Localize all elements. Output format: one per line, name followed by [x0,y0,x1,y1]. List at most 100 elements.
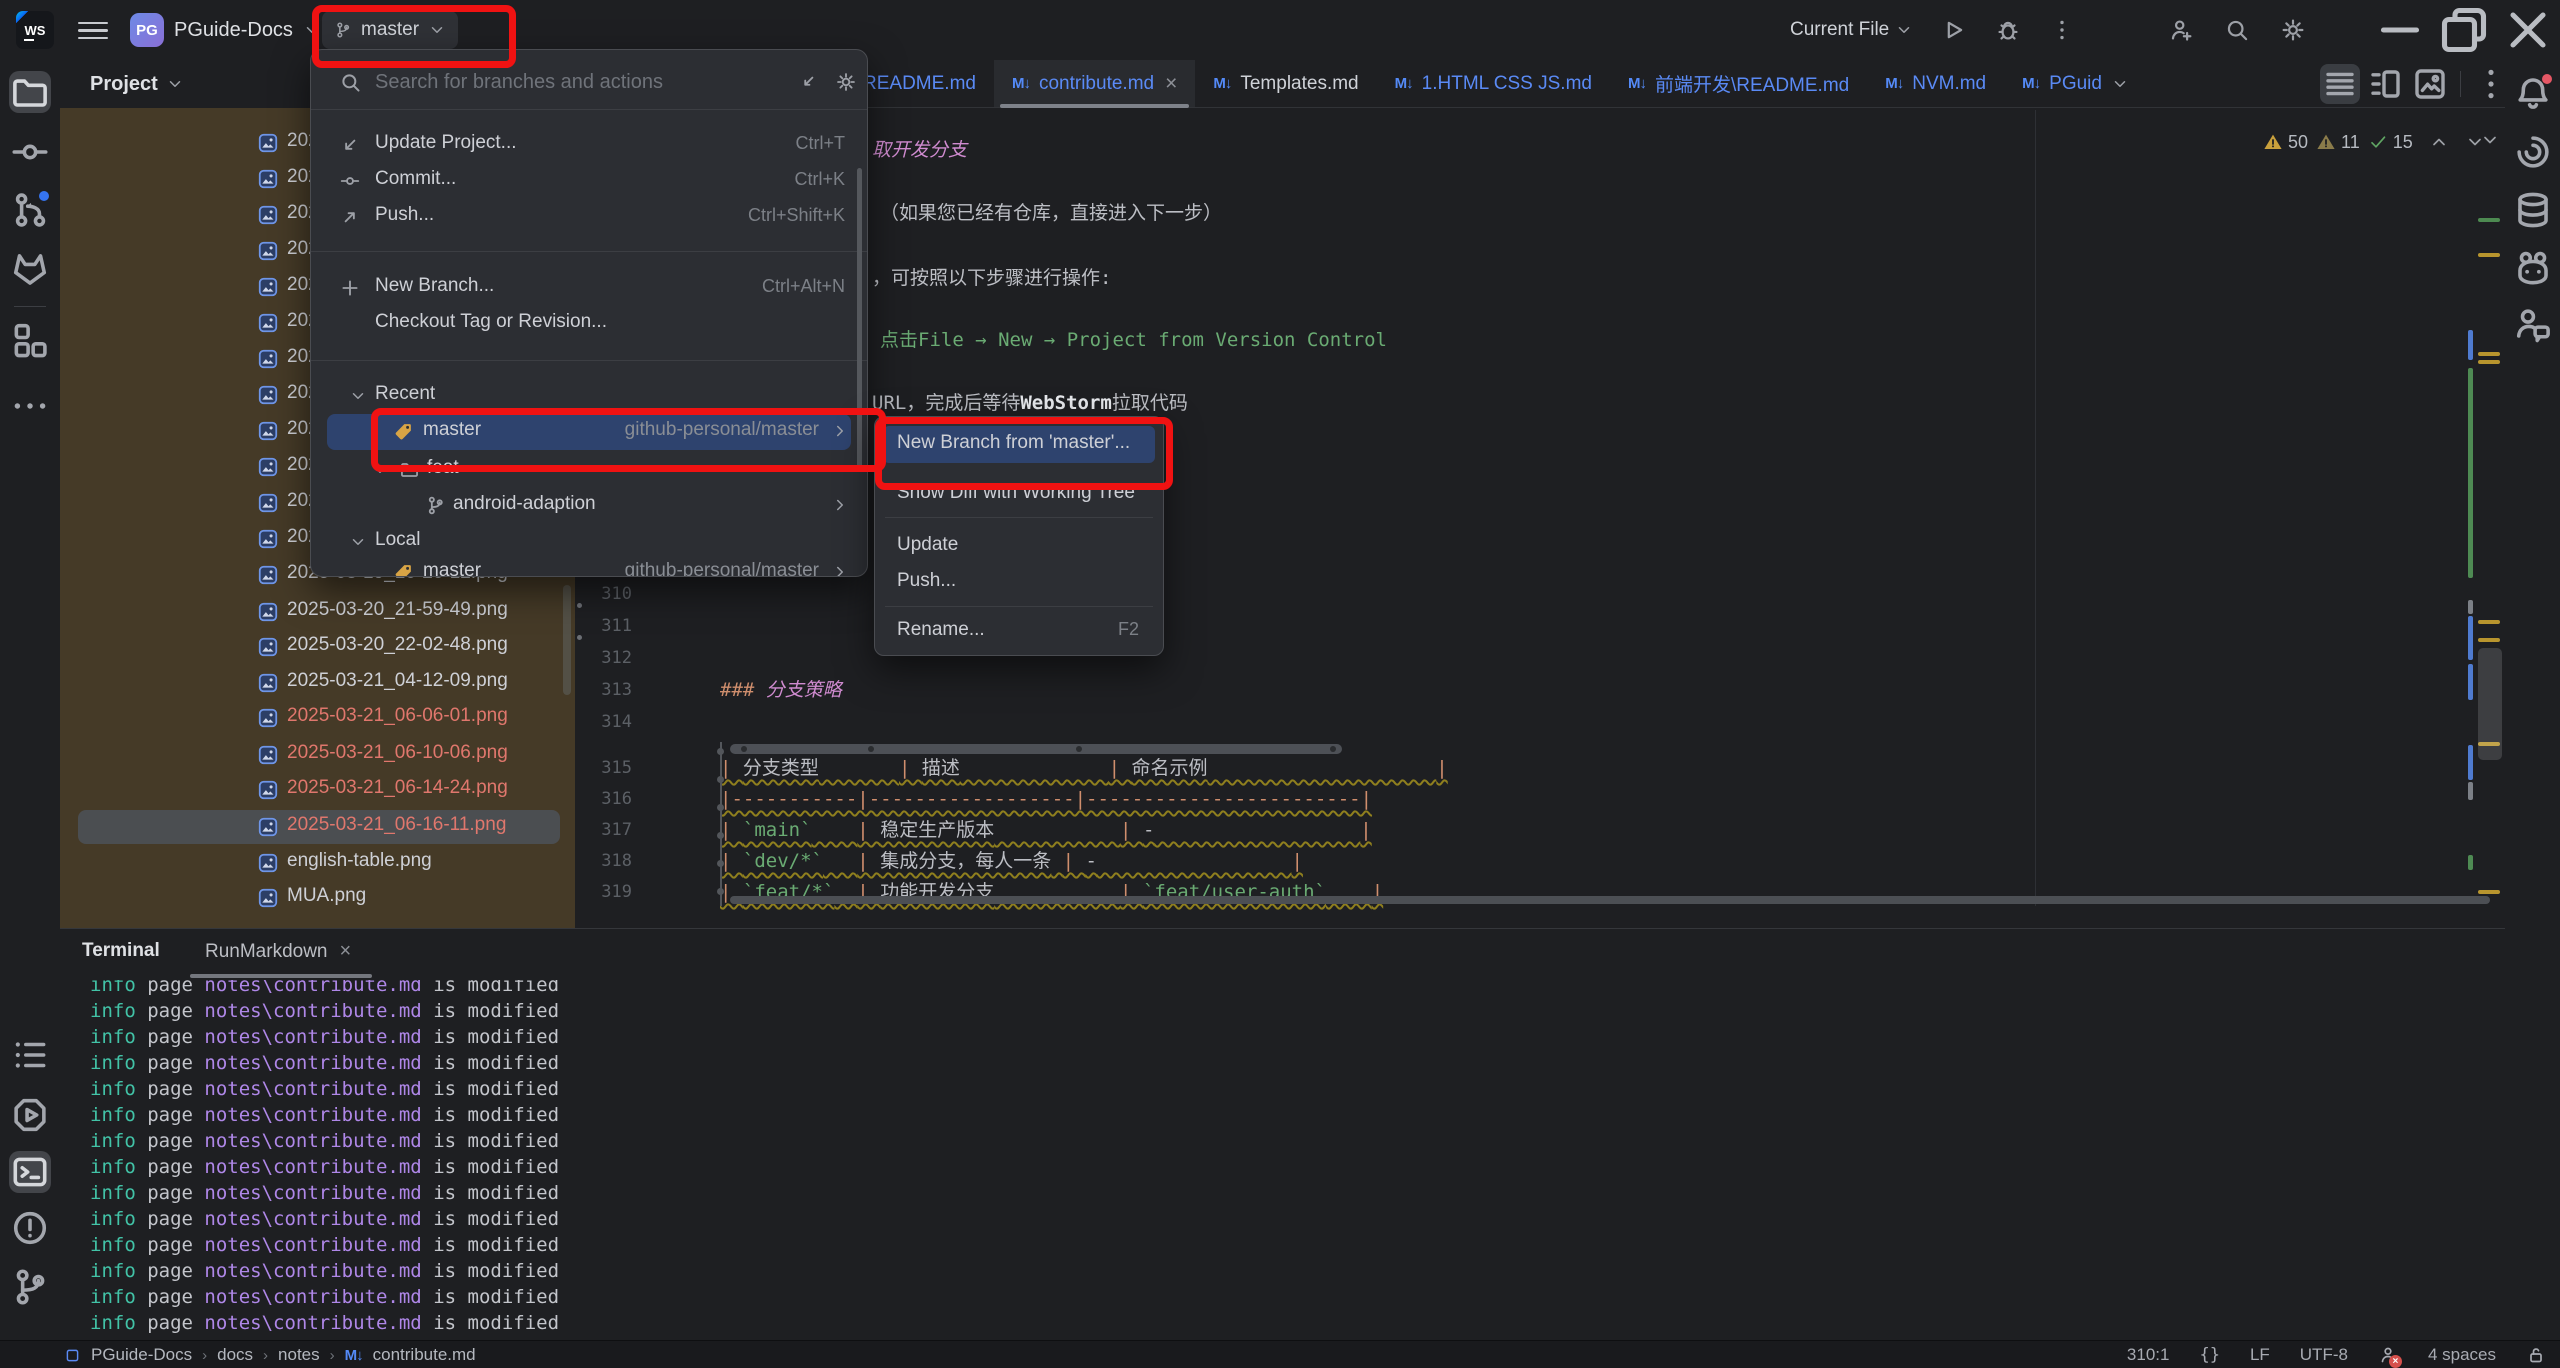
version-control-icon[interactable] [9,1266,51,1308]
file-name: 2025-03-21_06-16-11.png [287,814,506,836]
tab-1-html-css-js-md[interactable]: M↓1.HTML CSS JS.md [1377,60,1610,107]
stripe-mark-warning[interactable] [2478,620,2500,624]
todo-icon[interactable] [9,1034,51,1076]
add-user-icon[interactable] [2168,17,2194,43]
run-config-selector[interactable]: Current File [1790,19,1913,41]
tree-row-file[interactable]: 2025-03-21_06-10-06.png [60,737,575,773]
braces-matcher[interactable]: {} [2199,1345,2219,1365]
chevron-down-icon [2111,75,2129,93]
minimize-button[interactable] [2368,0,2432,60]
tree-row-file[interactable]: english-table.png [60,845,575,881]
prev-problem-icon[interactable] [2429,132,2449,152]
preview-icon[interactable] [2410,64,2450,104]
stripe-collapse-icon[interactable] [2480,130,2500,150]
caret-position[interactable]: 310:1 [2127,1345,2170,1365]
database-icon[interactable] [2512,189,2554,231]
stripe-mark-warning[interactable] [2478,890,2500,894]
main-menu-icon[interactable] [78,17,108,43]
breadcrumb[interactable]: PGuide-Docs›docs›notes›M↓contribute.md [64,1345,476,1365]
menu-item-update-project-[interactable]: Update Project...Ctrl+T [311,127,867,163]
assistant-bot-icon[interactable] [2512,247,2554,289]
stripe-mark-warning[interactable] [2478,360,2500,364]
tab-templates-md[interactable]: M↓Templates.md [1195,60,1376,107]
line-separator[interactable]: LF [2250,1345,2270,1365]
tab-label: 前端开发\README.md [1655,70,1849,97]
markdown-icon: M↓ [345,1347,363,1364]
breadcrumb-item[interactable]: notes [278,1345,320,1365]
branch-row-local-master[interactable]: mastergithub-personal/master [311,555,867,577]
submenu-item-push-[interactable]: Push... [875,564,1163,601]
structure-icon[interactable] [9,319,51,361]
lock-open-icon[interactable] [2526,1345,2546,1365]
editor-list-icon[interactable] [2320,64,2360,104]
project-folder-icon[interactable] [9,71,51,113]
breadcrumb-item[interactable]: PGuide-Docs [91,1345,192,1365]
tree-row-file[interactable]: 2025-03-20_22-02-48.png [60,629,575,665]
submenu-item-update[interactable]: Update [875,528,1163,565]
table-grip-dot [717,888,724,895]
webstorm-logo-icon[interactable]: WS [16,11,54,49]
gitlab-icon[interactable] [9,247,51,289]
debug-icon[interactable] [1995,17,2021,43]
editor-vertical-scrollbar[interactable] [2478,648,2502,760]
more-icon[interactable] [9,385,51,427]
editor-horizontal-scrollbar[interactable] [730,896,2490,904]
more-icon[interactable] [2049,17,2075,43]
git-graph-icon[interactable] [9,189,51,231]
more-icon[interactable] [2471,64,2511,104]
close-icon[interactable]: × [340,940,352,963]
image-file-icon [257,348,279,370]
terminal-output[interactable]: info page notes\contribute.md is modifie… [60,980,2505,1338]
run-icon[interactable] [1941,17,1967,43]
terminal-title[interactable]: Terminal [82,940,160,962]
close-button[interactable] [2496,0,2560,60]
breadcrumb-item[interactable]: docs [217,1345,253,1365]
close-icon[interactable]: × [1165,72,1177,96]
tree-row-file[interactable]: MUA.png [60,880,575,916]
menu-item-new-branch-[interactable]: New Branch...Ctrl+Alt+N [311,270,867,306]
branch-search-field[interactable]: Search for branches and actions [311,62,867,106]
problems-icon[interactable] [9,1207,51,1249]
maximize-button[interactable] [2432,0,2496,60]
notifications-icon[interactable] [2512,72,2554,114]
tree-row-file[interactable]: 2025-03-21_04-12-09.png [60,665,575,701]
table-grip-vertical[interactable] [720,742,722,906]
terminal-log-line: info page notes\contribute.md is modifie… [90,1310,559,1336]
tree-row-file[interactable]: 2025-03-21_06-16-11.png [60,809,575,845]
tab--readme-md[interactable]: M↓前端开发\README.md [1610,60,1867,107]
menu-item-push-[interactable]: Push...Ctrl+Shift+K [311,199,867,235]
project-widget[interactable]: PG PGuide-Docs [130,10,321,50]
stripe-mark-warning[interactable] [2478,352,2500,356]
split-view-icon[interactable] [2365,64,2405,104]
commit-icon[interactable] [9,131,51,173]
code-with-me-chat-icon[interactable] [2512,304,2554,346]
submenu-item-rename-[interactable]: Rename...F2 [875,613,1163,650]
warning-count: 50 [2288,132,2308,153]
breadcrumb-item[interactable]: contribute.md [373,1345,476,1365]
terminal-tab-runmarkdown[interactable]: RunMarkdown× [205,940,351,963]
code-with-me-off-icon[interactable]: × [2378,1345,2398,1365]
table-grip-horizontal[interactable] [730,744,1342,754]
tree-row-file[interactable]: 2025-03-21_06-06-01.png [60,700,575,736]
table-grip-dot [717,748,724,755]
menu-item-commit-[interactable]: Commit...Ctrl+K [311,163,867,199]
run-widget-icon[interactable] [9,1094,51,1136]
indent-setting[interactable]: 4 spaces [2428,1345,2496,1365]
tab-nvm-md[interactable]: M↓NVM.md [1867,60,2004,107]
tree-row-file[interactable]: 2025-03-21_06-14-24.png [60,772,575,808]
ai-assistant-icon[interactable] [2512,131,2554,173]
stripe-mark-warning[interactable] [2478,638,2500,642]
tab-pguid[interactable]: M↓PGuid [2004,60,2147,107]
settings-icon[interactable] [2280,17,2306,43]
branch-row-android-adaption[interactable]: android-adaption [311,488,867,524]
stripe-mark-green[interactable] [2478,218,2500,222]
terminal-icon[interactable] [9,1151,51,1193]
file-encoding[interactable]: UTF-8 [2300,1345,2348,1365]
tab-contribute-md[interactable]: M↓contribute.md× [994,60,1195,107]
stripe-mark-warning[interactable] [2478,253,2500,257]
project-tree-scrollbar[interactable] [563,585,571,695]
menu-item-checkout-tag-or-revision-[interactable]: Checkout Tag or Revision... [311,306,867,342]
tree-row-file[interactable]: 2025-03-20_21-59-49.png [60,594,575,630]
inspections-widget[interactable]: 50 11 15 [2263,126,2485,158]
search-icon[interactable] [2224,17,2250,43]
